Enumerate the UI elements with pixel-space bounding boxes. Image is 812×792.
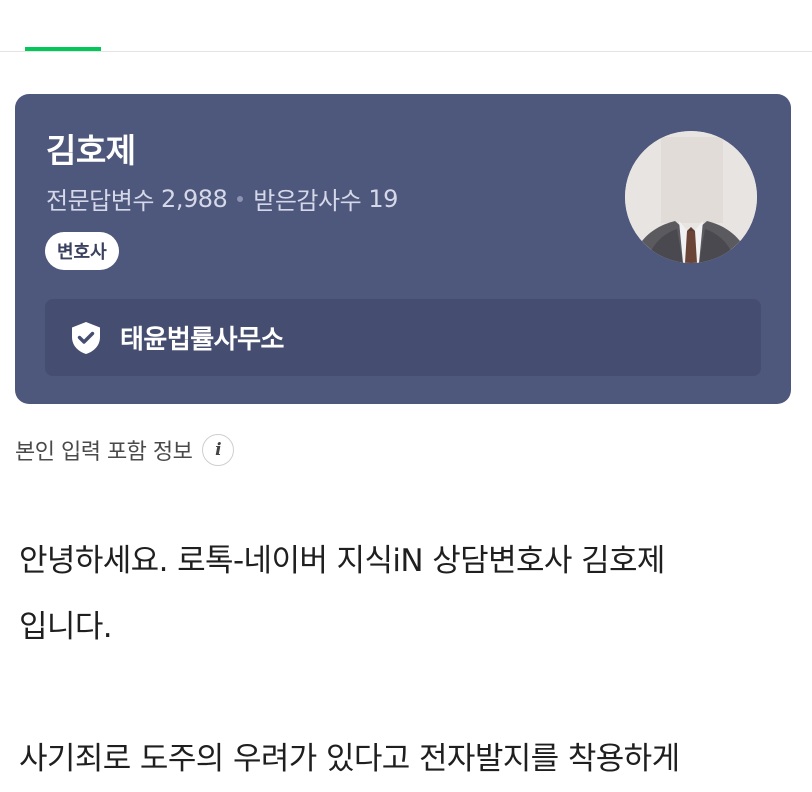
thanks-label: 받은감사수	[253, 187, 362, 215]
shield-check-icon	[72, 321, 100, 354]
lawyer-badge: 변호사	[45, 232, 119, 270]
info-icon[interactable]: i	[202, 434, 235, 466]
thanks-count: 19	[368, 184, 398, 213]
answer-blank-line	[19, 660, 789, 726]
expert-profile-card[interactable]: 김호제 전문답변수 2,988 받은감사수 19 변호사 태윤법률사무소	[15, 94, 791, 404]
answers-count: 2,988	[161, 184, 228, 213]
law-firm-bar[interactable]: 태윤법률사무소	[45, 299, 761, 376]
expert-name: 김호제	[46, 131, 136, 170]
self-entered-info-label: 본인 입력 포함 정보	[15, 440, 193, 465]
answers-label: 전문답변수	[46, 187, 154, 215]
answer-line: 사기죄로 도주의 우려가 있다고 전자발지를 착용하게	[19, 741, 680, 777]
expert-stats: 전문답변수 2,988 받은감사수 19	[46, 181, 398, 216]
answer-body: 안녕하세요. 로톡-네이버 지식iN 상담변호사 김호제 입니다. 사기죄로 도…	[19, 528, 789, 792]
active-tab-indicator[interactable]	[25, 47, 101, 51]
law-firm-name: 태윤법률사무소	[120, 325, 284, 355]
avatar-photo	[625, 131, 757, 263]
avatar[interactable]	[625, 131, 757, 263]
stat-separator-dot	[237, 195, 244, 202]
answer-line: 안녕하세요. 로톡-네이버 지식iN 상담변호사 김호제	[19, 543, 665, 579]
tab-strip	[0, 0, 812, 52]
self-entered-info-row: 본인 입력 포함 정보 i	[15, 432, 235, 468]
answer-line: 입니다.	[19, 609, 113, 645]
